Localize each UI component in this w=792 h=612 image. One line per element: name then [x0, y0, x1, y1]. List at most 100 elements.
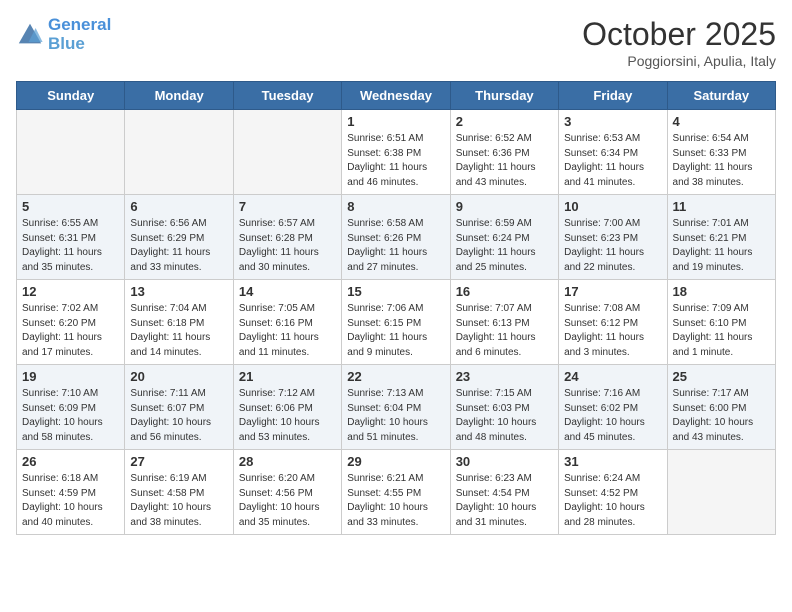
- calendar-cell: 12 Sunrise: 7:02 AMSunset: 6:20 PMDayligh…: [17, 280, 125, 365]
- calendar-cell: 2 Sunrise: 6:52 AMSunset: 6:36 PMDaylight…: [450, 110, 558, 195]
- day-info: Sunrise: 6:19 AMSunset: 4:58 PMDaylight:…: [130, 472, 227, 530]
- calendar-cell: 25 Sunrise: 7:17 AMSunset: 6:00 PMDayligh…: [667, 365, 775, 450]
- weekday-header-tuesday: Tuesday: [233, 82, 341, 110]
- calendar-cell: 29 Sunrise: 6:21 AMSunset: 4:55 PMDayligh…: [342, 450, 450, 535]
- calendar-cell: 5Sunrise: 6:55 AMSunset: 6:31 PMDaylight…: [17, 195, 125, 280]
- day-number: 23: [456, 369, 553, 384]
- day-info: Sunrise: 7:06 AMSunset: 6:15 PMDaylight:…: [347, 302, 444, 360]
- day-info: Sunrise: 6:59 AMSunset: 6:24 PMDaylight:…: [456, 217, 553, 275]
- weekday-header-sunday: Sunday: [17, 82, 125, 110]
- month-title: October 2025: [582, 16, 776, 53]
- day-info: Sunrise: 7:09 AMSunset: 6:10 PMDaylight:…: [673, 302, 770, 360]
- day-number: 7: [239, 199, 336, 214]
- day-info: Sunrise: 6:20 AMSunset: 4:56 PMDaylight:…: [239, 472, 336, 530]
- title-block: October 2025 Poggiorsini, Apulia, Italy: [582, 16, 776, 69]
- day-info: Sunrise: 7:16 AMSunset: 6:02 PMDaylight:…: [564, 387, 661, 445]
- calendar-cell: [233, 110, 341, 195]
- day-info: Sunrise: 7:08 AMSunset: 6:12 PMDaylight:…: [564, 302, 661, 360]
- calendar-cell: 27Sunrise: 6:19 AMSunset: 4:58 PMDayligh…: [125, 450, 233, 535]
- day-number: 3: [564, 114, 661, 129]
- day-number: 10: [564, 199, 661, 214]
- day-info: Sunrise: 7:04 AMSunset: 6:18 PMDaylight:…: [130, 302, 227, 360]
- day-number: 28: [239, 454, 336, 469]
- day-number: 24: [564, 369, 661, 384]
- day-info: Sunrise: 6:18 AMSunset: 4:59 PMDaylight:…: [22, 472, 119, 530]
- day-info: Sunrise: 6:52 AMSunset: 6:36 PMDaylight:…: [456, 132, 553, 190]
- weekday-header-monday: Monday: [125, 82, 233, 110]
- calendar-cell: 11 Sunrise: 7:01 AMSunset: 6:21 PMDayligh…: [667, 195, 775, 280]
- logo: General Blue: [16, 16, 111, 53]
- calendar-cell: 30Sunrise: 6:23 AMSunset: 4:54 PMDayligh…: [450, 450, 558, 535]
- day-info: Sunrise: 6:58 AMSunset: 6:26 PMDaylight:…: [347, 217, 444, 275]
- day-number: 8: [347, 199, 444, 214]
- day-number: 22: [347, 369, 444, 384]
- logo-icon: [16, 21, 44, 49]
- day-info: Sunrise: 6:23 AMSunset: 4:54 PMDaylight:…: [456, 472, 553, 530]
- calendar-week-1: 1 Sunrise: 6:51 AMSunset: 6:38 PMDaylight…: [17, 110, 776, 195]
- calendar-cell: 10Sunrise: 7:00 AMSunset: 6:23 PMDayligh…: [559, 195, 667, 280]
- day-number: 26: [22, 454, 119, 469]
- day-number: 19: [22, 369, 119, 384]
- day-info: Sunrise: 6:51 AMSunset: 6:38 PMDaylight:…: [347, 132, 444, 190]
- calendar-cell: [667, 450, 775, 535]
- logo-general: General: [48, 15, 111, 34]
- calendar-cell: 6 Sunrise: 6:56 AMSunset: 6:29 PMDaylight…: [125, 195, 233, 280]
- calendar-cell: 22 Sunrise: 7:13 AMSunset: 6:04 PMDayligh…: [342, 365, 450, 450]
- calendar-cell: 16Sunrise: 7:07 AMSunset: 6:13 PMDayligh…: [450, 280, 558, 365]
- day-info: Sunrise: 7:10 AMSunset: 6:09 PMDaylight:…: [22, 387, 119, 445]
- calendar-cell: [17, 110, 125, 195]
- calendar-cell: 13 Sunrise: 7:04 AMSunset: 6:18 PMDayligh…: [125, 280, 233, 365]
- weekday-header-row: SundayMondayTuesdayWednesdayThursdayFrid…: [17, 82, 776, 110]
- day-info: Sunrise: 6:56 AMSunset: 6:29 PMDaylight:…: [130, 217, 227, 275]
- weekday-header-friday: Friday: [559, 82, 667, 110]
- calendar-cell: 14Sunrise: 7:05 AMSunset: 6:16 PMDayligh…: [233, 280, 341, 365]
- day-number: 13: [130, 284, 227, 299]
- calendar-table: SundayMondayTuesdayWednesdayThursdayFrid…: [16, 81, 776, 535]
- calendar-week-4: 19 Sunrise: 7:10 AMSunset: 6:09 PMDayligh…: [17, 365, 776, 450]
- day-number: 11: [673, 199, 770, 214]
- day-number: 20: [130, 369, 227, 384]
- calendar-cell: 4 Sunrise: 6:54 AMSunset: 6:33 PMDaylight…: [667, 110, 775, 195]
- day-info: Sunrise: 6:53 AMSunset: 6:34 PMDaylight:…: [564, 132, 661, 190]
- calendar-week-5: 26 Sunrise: 6:18 AMSunset: 4:59 PMDayligh…: [17, 450, 776, 535]
- calendar-cell: 3 Sunrise: 6:53 AMSunset: 6:34 PMDaylight…: [559, 110, 667, 195]
- calendar-cell: 28 Sunrise: 6:20 AMSunset: 4:56 PMDayligh…: [233, 450, 341, 535]
- day-info: Sunrise: 7:15 AMSunset: 6:03 PMDaylight:…: [456, 387, 553, 445]
- calendar-cell: 26 Sunrise: 6:18 AMSunset: 4:59 PMDayligh…: [17, 450, 125, 535]
- day-number: 2: [456, 114, 553, 129]
- calendar-cell: 24 Sunrise: 7:16 AMSunset: 6:02 PMDayligh…: [559, 365, 667, 450]
- day-info: Sunrise: 7:17 AMSunset: 6:00 PMDaylight:…: [673, 387, 770, 445]
- calendar-cell: 17 Sunrise: 7:08 AMSunset: 6:12 PMDayligh…: [559, 280, 667, 365]
- day-number: 1: [347, 114, 444, 129]
- day-number: 21: [239, 369, 336, 384]
- day-number: 25: [673, 369, 770, 384]
- day-number: 15: [347, 284, 444, 299]
- day-number: 6: [130, 199, 227, 214]
- day-number: 17: [564, 284, 661, 299]
- logo-blue: Blue: [48, 35, 111, 54]
- calendar-week-2: 5Sunrise: 6:55 AMSunset: 6:31 PMDaylight…: [17, 195, 776, 280]
- day-info: Sunrise: 7:01 AMSunset: 6:21 PMDaylight:…: [673, 217, 770, 275]
- calendar-cell: 23 Sunrise: 7:15 AMSunset: 6:03 PMDayligh…: [450, 365, 558, 450]
- day-info: Sunrise: 6:55 AMSunset: 6:31 PMDaylight:…: [22, 217, 119, 275]
- day-info: Sunrise: 6:21 AMSunset: 4:55 PMDaylight:…: [347, 472, 444, 530]
- location-subtitle: Poggiorsini, Apulia, Italy: [582, 53, 776, 69]
- day-number: 12: [22, 284, 119, 299]
- weekday-header-saturday: Saturday: [667, 82, 775, 110]
- weekday-header-thursday: Thursday: [450, 82, 558, 110]
- calendar-cell: 21Sunrise: 7:12 AMSunset: 6:06 PMDayligh…: [233, 365, 341, 450]
- calendar-week-3: 12 Sunrise: 7:02 AMSunset: 6:20 PMDayligh…: [17, 280, 776, 365]
- day-info: Sunrise: 6:54 AMSunset: 6:33 PMDaylight:…: [673, 132, 770, 190]
- calendar-cell: 8 Sunrise: 6:58 AMSunset: 6:26 PMDaylight…: [342, 195, 450, 280]
- day-info: Sunrise: 7:13 AMSunset: 6:04 PMDaylight:…: [347, 387, 444, 445]
- day-number: 4: [673, 114, 770, 129]
- day-number: 14: [239, 284, 336, 299]
- calendar-cell: 15 Sunrise: 7:06 AMSunset: 6:15 PMDayligh…: [342, 280, 450, 365]
- day-number: 29: [347, 454, 444, 469]
- day-number: 18: [673, 284, 770, 299]
- day-info: Sunrise: 7:02 AMSunset: 6:20 PMDaylight:…: [22, 302, 119, 360]
- calendar-cell: 18 Sunrise: 7:09 AMSunset: 6:10 PMDayligh…: [667, 280, 775, 365]
- day-number: 31: [564, 454, 661, 469]
- day-number: 9: [456, 199, 553, 214]
- calendar-cell: 7Sunrise: 6:57 AMSunset: 6:28 PMDaylight…: [233, 195, 341, 280]
